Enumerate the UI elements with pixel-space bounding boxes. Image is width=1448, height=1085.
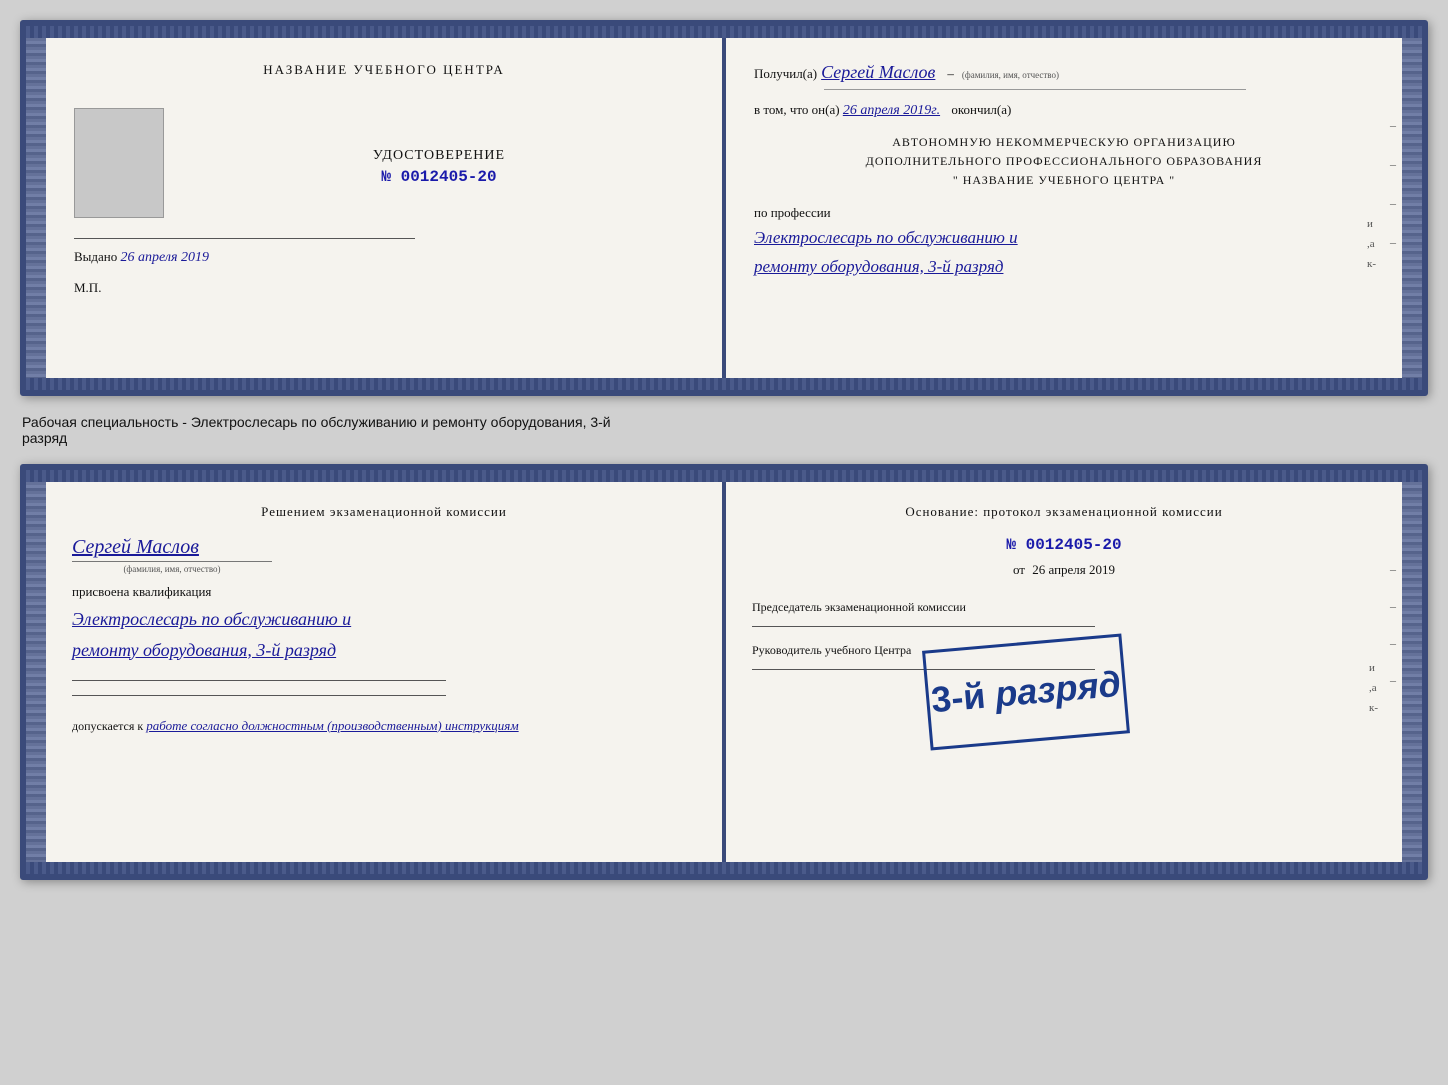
- card2-left-page: Решением экзаменационной комиссии Сергей…: [46, 482, 722, 862]
- side-dashes-card2-right: – – – –: [1386, 562, 1396, 688]
- left-strip-card2: [26, 482, 46, 862]
- letter-i: и: [1367, 218, 1376, 230]
- card2-inner: Решением экзаменационной комиссии Сергей…: [46, 482, 1402, 862]
- between-line2: разряд: [22, 430, 67, 446]
- page-wrapper: НАЗВАНИЕ УЧЕБНОГО ЦЕНТРА УДОСТОВЕРЕНИЕ №…: [20, 20, 1428, 880]
- ot-label: от: [1013, 562, 1025, 577]
- letter-k: к-: [1367, 258, 1376, 270]
- card1-left-page: НАЗВАНИЕ УЧЕБНОГО ЦЕНТРА УДОСТОВЕРЕНИЕ №…: [46, 38, 722, 378]
- card1-inner: НАЗВАНИЕ УЧЕБНОГО ЦЕНТРА УДОСТОВЕРЕНИЕ №…: [46, 38, 1402, 378]
- kvalif-line2: ремонту оборудования, 3-й разряд: [72, 637, 696, 664]
- po-professii-text: по профессии: [754, 205, 831, 220]
- dopusk-value: работе согласно должностным (производств…: [146, 718, 518, 733]
- dash1: –: [1390, 118, 1396, 133]
- card1: НАЗВАНИЕ УЧЕБНОГО ЦЕНТРА УДОСТОВЕРЕНИЕ №…: [20, 20, 1428, 396]
- fio-hint-card2: (фамилия, имя, отчество): [72, 561, 272, 574]
- predsedatel-block: Председатель экзаменационной комиссии: [752, 598, 1376, 627]
- side-letters: и ,а к-: [1367, 218, 1376, 270]
- poluchil-row: Получил(а) Сергей Маслов – (фамилия, имя…: [754, 62, 1374, 83]
- dash-r2: –: [1390, 599, 1396, 614]
- profession-line2: ремонту оборудования, 3-й разряд: [754, 254, 1374, 280]
- org-title-left: НАЗВАНИЕ УЧЕБНОГО ЦЕНТРА: [74, 62, 694, 78]
- fio-name-card2: Сергей Маслов: [72, 536, 696, 559]
- stamp-line1: 3-й разряд: [930, 663, 1123, 720]
- dash2: –: [1390, 157, 1396, 172]
- vtom-row: в том, что он(а) 26 апреля 2019г. окончи…: [754, 102, 1374, 119]
- top-strip-card2: [26, 470, 1422, 482]
- recipient-name: Сергей Маслов: [821, 62, 935, 82]
- vtom-label: в том, что он(а): [754, 102, 840, 117]
- poluchil-label: Получил(а): [754, 66, 817, 81]
- prisvoena-label: присвоена квалификация: [72, 584, 696, 600]
- org-line1: АВТОНОМНУЮ НЕКОММЕРЧЕСКУЮ ОРГАНИЗАЦИЮ: [754, 133, 1374, 152]
- stamp-text: 3-й разряд: [930, 664, 1123, 720]
- card1-right-page: Получил(а) Сергей Маслов – (фамилия, имя…: [726, 38, 1402, 378]
- number2: № 0012405-20: [752, 536, 1376, 554]
- between-line1: Рабочая специальность - Электрослесарь п…: [22, 414, 611, 430]
- po-professii-label: по профессии Электрослесарь по обслужива…: [754, 205, 1374, 280]
- letter-i2: и: [1369, 662, 1378, 674]
- resheniem-title: Решением экзаменационной комиссии: [72, 502, 696, 522]
- osnovanie-title: Основание: протокол экзаменационной коми…: [752, 502, 1376, 522]
- dash-r4: –: [1390, 673, 1396, 688]
- sig-line1: [72, 680, 446, 681]
- fio-hint-card1: (фамилия, имя, отчество): [962, 70, 1059, 80]
- sig-line2: [72, 695, 446, 696]
- vtom-date: 26 апреля 2019г.: [843, 103, 940, 118]
- rukovoditel-label: Руководитель учебного Центра: [752, 643, 911, 657]
- bottom-area-left: Выдано 26 апреля 2019: [74, 238, 694, 266]
- udostoverenie-title: УДОСТОВЕРЕНИЕ: [184, 148, 694, 164]
- dash-r1: –: [1390, 562, 1396, 577]
- letter-k2: к-: [1369, 702, 1378, 714]
- right-strip-card1: [1402, 38, 1422, 378]
- vydano-label: Выдано: [74, 249, 117, 264]
- bottom-strip-card1: [26, 378, 1422, 390]
- left-strip-card1: [26, 38, 46, 378]
- mp-label: М.П.: [74, 280, 694, 296]
- dash4: –: [1390, 235, 1396, 250]
- kvalif-line1: Электрослесарь по обслуживанию и: [72, 606, 696, 633]
- predsedatel-label: Председатель экзаменационной комиссии: [752, 600, 966, 614]
- card2: Решением экзаменационной комиссии Сергей…: [20, 464, 1428, 880]
- sig-predsedatel: [752, 626, 1095, 627]
- ot-date: 26 апреля 2019: [1032, 562, 1115, 577]
- photo-placeholder: [74, 108, 164, 218]
- bottom-strip-card2: [26, 862, 1422, 874]
- sig-lines-card2: [72, 680, 696, 696]
- dash-after-name: –: [947, 66, 954, 81]
- side-dashes-right: – – – –: [1386, 118, 1396, 250]
- org-line3: " НАЗВАНИЕ УЧЕБНОГО ЦЕНТРА ": [754, 171, 1374, 190]
- stamp: 3-й разряд: [922, 633, 1130, 750]
- side-letters-card2: и ,а к-: [1369, 662, 1378, 714]
- letter-ya2: ,а: [1369, 682, 1378, 694]
- vydano-date: 26 апреля 2019: [121, 250, 209, 265]
- org-block-right: АВТОНОМНУЮ НЕКОММЕРЧЕСКУЮ ОРГАНИЗАЦИЮ ДО…: [754, 133, 1374, 191]
- top-strip-card1: [26, 26, 1422, 38]
- profession-line1: Электрослесарь по обслуживанию и: [754, 225, 1374, 251]
- ot-line: от 26 апреля 2019: [752, 562, 1376, 578]
- card2-right-page: Основание: протокол экзаменационной коми…: [726, 482, 1402, 862]
- right-strip-card2: [1402, 482, 1422, 862]
- dopusk-label: допускается к: [72, 719, 143, 733]
- between-text: Рабочая специальность - Электрослесарь п…: [20, 414, 1428, 446]
- cert-number: № 0012405-20: [184, 168, 694, 186]
- letter-ya: ,а: [1367, 238, 1376, 250]
- dash3: –: [1390, 196, 1396, 211]
- dash-r3: –: [1390, 636, 1396, 651]
- dopuskaetsya-block: допускается к работе согласно должностны…: [72, 716, 696, 736]
- okonchil: окончил(а): [951, 102, 1011, 117]
- org-line2: ДОПОЛНИТЕЛЬНОГО ПРОФЕССИОНАЛЬНОГО ОБРАЗО…: [754, 152, 1374, 171]
- fio-block-card2: Сергей Маслов (фамилия, имя, отчество): [72, 536, 696, 574]
- vydano-line: Выдано 26 апреля 2019: [74, 249, 694, 266]
